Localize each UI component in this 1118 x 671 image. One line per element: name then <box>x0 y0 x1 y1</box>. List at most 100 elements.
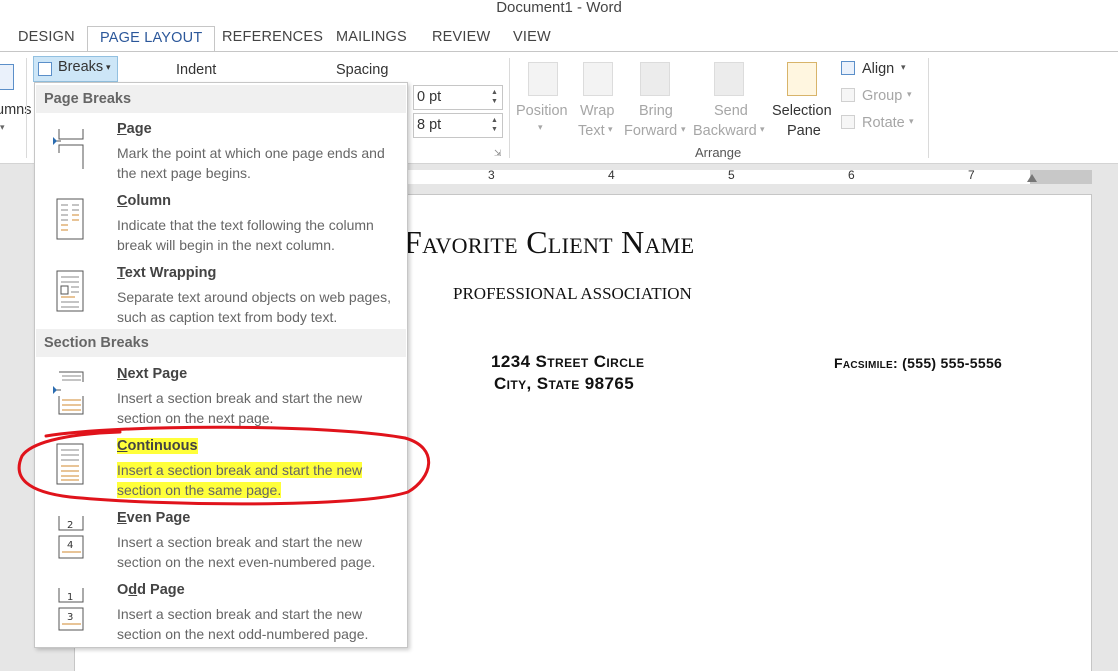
svg-text:3: 3 <box>67 612 73 623</box>
association-text[interactable]: PROFESSIONAL ASSOCIATION <box>453 284 692 304</box>
menu-item-column-break[interactable]: Column Indicate that the text following … <box>35 185 407 255</box>
columns-icon[interactable] <box>0 64 14 90</box>
rotate-dropdown-icon[interactable]: ▾ <box>909 116 914 127</box>
align-label[interactable]: Align <box>862 61 894 77</box>
ribbon-separator <box>928 58 929 158</box>
ruler-number: 7 <box>968 168 975 182</box>
window-title: Document1 - Word <box>0 0 1118 22</box>
ribbon-tabs: DESIGN PAGE LAYOUT REFERENCES MAILINGS R… <box>0 22 1118 53</box>
arrange-group-label: Arrange <box>695 145 742 160</box>
ruler-number: 5 <box>728 168 735 182</box>
breaks-button[interactable]: Breaks ▾ <box>33 56 118 82</box>
address-line-1[interactable]: 1234 Street Circle <box>491 352 644 372</box>
group-dropdown-icon[interactable]: ▾ <box>907 89 912 100</box>
client-name-heading[interactable]: Favorite Client Name <box>404 224 694 261</box>
menu-item-title: Text Wrapping <box>117 265 217 281</box>
align-icon[interactable] <box>841 61 855 75</box>
column-break-icon <box>53 195 87 243</box>
tab-design[interactable]: DESIGN <box>18 26 75 53</box>
spin-up-icon[interactable]: ▲ <box>491 89 499 97</box>
even-page-break-icon: 24 <box>53 512 87 560</box>
breaks-label: Breaks <box>58 59 104 75</box>
ribbon-separator <box>509 58 510 158</box>
spin-up-icon[interactable]: ▲ <box>491 117 499 125</box>
menu-item-description: Insert a section break and start the new… <box>117 534 376 570</box>
ruler-number: 6 <box>848 168 855 182</box>
ribbon-separator <box>26 58 27 158</box>
spacing-after-input[interactable]: 8 pt ▲ ▼ <box>413 113 503 138</box>
spacing-before-value: 0 pt <box>417 89 442 105</box>
ruler-margin <box>1030 170 1092 184</box>
send-backward-label-2[interactable]: Backward <box>693 123 757 139</box>
tab-references[interactable]: REFERENCES <box>222 26 323 53</box>
tab-mailings[interactable]: MAILINGS <box>336 26 407 53</box>
menu-item-even-page[interactable]: 24 Even Page Insert a section break and … <box>35 502 407 572</box>
bring-forward-label-1[interactable]: Bring <box>639 103 673 119</box>
rotate-label[interactable]: Rotate <box>862 115 905 131</box>
tab-review[interactable]: REVIEW <box>432 26 490 53</box>
ruler-number: 4 <box>608 168 615 182</box>
menu-item-page-break[interactable]: Page Mark the point at which one page en… <box>35 113 407 183</box>
menu-item-continuous[interactable]: Continuous Insert a section break and st… <box>35 430 407 500</box>
spacing-label: Spacing <box>336 62 389 78</box>
send-backward-icon[interactable] <box>714 62 744 96</box>
wrap-text-label-2[interactable]: Text <box>578 123 605 139</box>
position-icon[interactable] <box>528 62 558 96</box>
address-line-2[interactable]: City, State 98765 <box>494 374 634 394</box>
next-page-break-icon <box>53 368 87 416</box>
tab-page-layout[interactable]: PAGE LAYOUT <box>87 26 216 53</box>
continuous-desc-line2: section on the same page. <box>117 482 282 498</box>
menu-item-description: Mark the point at which one page ends an… <box>117 145 385 181</box>
bring-forward-dropdown-icon[interactable]: ▾ <box>681 124 686 135</box>
page-breaks-header: Page Breaks <box>36 85 406 113</box>
group-icon[interactable] <box>841 88 855 102</box>
svg-text:1: 1 <box>67 592 73 603</box>
tab-view[interactable]: VIEW <box>513 26 551 53</box>
menu-item-description: Indicate that the text following the col… <box>117 217 374 253</box>
paragraph-dialog-launcher-icon[interactable]: ⇲ <box>494 148 502 159</box>
spacing-after-value: 8 pt <box>417 117 442 133</box>
position-dropdown-icon[interactable]: ▾ <box>538 122 543 133</box>
send-backward-label-1[interactable]: Send <box>714 103 748 119</box>
columns-dropdown-icon[interactable]: ▾ <box>0 122 5 133</box>
breaks-icon <box>38 62 52 76</box>
spin-down-icon[interactable]: ▼ <box>491 126 499 134</box>
right-indent-marker-icon[interactable] <box>1027 174 1037 182</box>
selection-pane-label-1[interactable]: Selection <box>772 103 832 119</box>
menu-item-description: Insert a section break and start the new… <box>117 390 363 426</box>
bring-forward-icon[interactable] <box>640 62 670 96</box>
menu-item-title: Even Page <box>117 510 191 526</box>
svg-text:2: 2 <box>67 520 73 531</box>
svg-text:4: 4 <box>67 540 73 551</box>
ruler-number: 3 <box>488 168 495 182</box>
section-breaks-header: Section Breaks <box>36 329 406 357</box>
menu-item-odd-page[interactable]: 13 Odd Page Insert a section break and s… <box>35 574 407 644</box>
continuous-title-highlight: Continuous <box>117 438 198 454</box>
wrap-text-dropdown-icon[interactable]: ▾ <box>608 124 613 135</box>
menu-item-title: Page <box>117 121 152 137</box>
bring-forward-label-2[interactable]: Forward <box>624 123 677 139</box>
continuous-desc-line1: Insert a section break and start the new <box>117 462 363 478</box>
rotate-icon[interactable] <box>841 115 855 129</box>
menu-item-title: Column <box>117 193 171 209</box>
page-break-icon <box>53 123 87 171</box>
position-label[interactable]: Position <box>516 103 568 119</box>
horizontal-ruler[interactable]: 3 4 5 6 7 <box>408 168 1092 184</box>
menu-item-description: Separate text around objects on web page… <box>117 289 391 325</box>
send-backward-dropdown-icon[interactable]: ▾ <box>760 124 765 135</box>
menu-item-next-page[interactable]: Next Page Insert a section break and sta… <box>35 358 407 428</box>
align-dropdown-icon[interactable]: ▾ <box>901 62 906 73</box>
menu-item-title: Odd Page <box>117 582 185 598</box>
selection-pane-label-2[interactable]: Pane <box>787 123 821 139</box>
spin-down-icon[interactable]: ▼ <box>491 98 499 106</box>
wrap-text-icon[interactable] <box>583 62 613 96</box>
menu-item-description: Insert a section break and start the new… <box>117 606 369 642</box>
group-label[interactable]: Group <box>862 88 902 104</box>
wrap-text-label-1[interactable]: Wrap <box>580 103 614 119</box>
menu-item-text-wrapping[interactable]: Text Wrapping Separate text around objec… <box>35 257 407 327</box>
indent-label: Indent <box>176 62 217 78</box>
odd-page-break-icon: 13 <box>53 584 87 632</box>
spacing-before-input[interactable]: 0 pt ▲ ▼ <box>413 85 503 110</box>
facsimile-text[interactable]: Facsimile: (555) 555-5556 <box>834 355 1002 371</box>
selection-pane-icon[interactable] <box>787 62 817 96</box>
